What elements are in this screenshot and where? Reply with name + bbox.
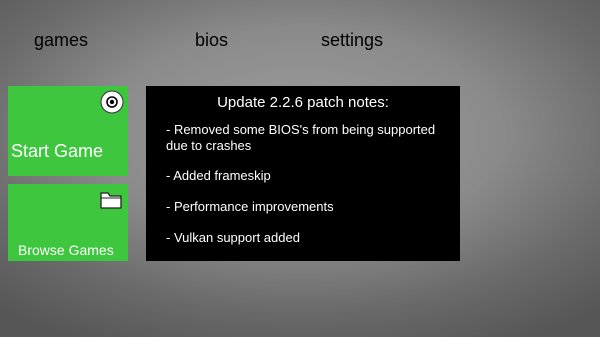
browse-games-label: Browse Games [18,242,114,258]
patch-notes-title: Update 2.2.6 patch notes: [217,94,389,111]
patch-note-item: - Added frameskip [166,168,271,183]
nav-settings-tab[interactable]: settings [321,29,383,51]
patch-note-item: - Vulkan support added [166,230,300,245]
patch-notes-list: - Removed some BIOS's from being support… [166,122,451,246]
patch-note-item: - Performance improvements [166,199,334,214]
browse-games-button[interactable]: Browse Games [8,184,128,261]
start-game-button[interactable]: Start Game [8,86,128,176]
nav-games-tab[interactable]: games [34,29,88,51]
nav-bios-tab[interactable]: bios [195,29,228,51]
patch-notes-panel: Update 2.2.6 patch notes: - Removed some… [146,86,460,261]
start-game-label: Start Game [11,141,104,161]
patch-note-item: - Removed some BIOS's from being support… [166,122,436,153]
disc-icon [100,90,124,119]
folder-icon [100,191,122,214]
